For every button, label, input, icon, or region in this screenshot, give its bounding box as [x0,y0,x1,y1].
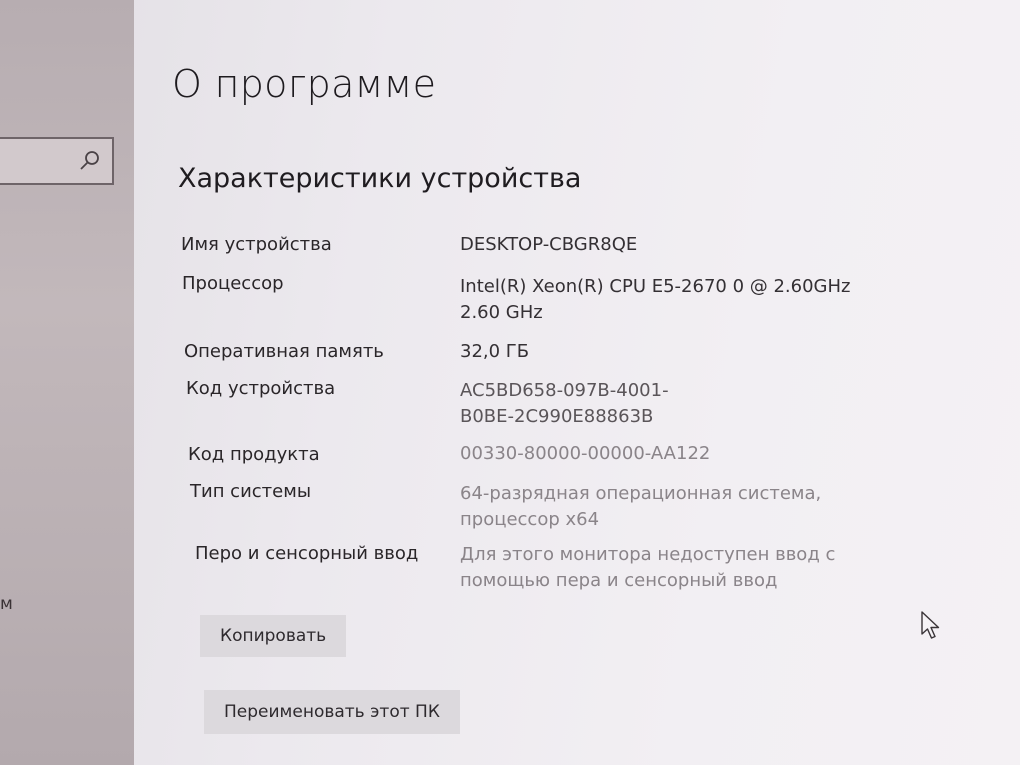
mouse-pointer-icon [921,611,940,639]
spec-value-device-id: AC5BD658-097B-4001- B0BE-2C990E88863B [460,380,669,427]
nav-item-fragment[interactable]: м [0,594,13,614]
search-icon [80,151,99,170]
spec-label-device-id: Код устройства [186,378,336,399]
spec-label-device-name: Имя устройства [181,234,332,255]
rename-pc-button[interactable]: Переименовать этот ПК [204,690,460,734]
spec-label-product-id: Код продукта [188,444,320,465]
spec-value-device-name: DESKTOP-CBGR8QE [460,234,638,255]
spec-value-product-id: 00330-80000-00000-AA122 [460,443,711,464]
section-title: Характеристики устройства [178,163,582,194]
spec-value-pen-touch: Для этого монитора недоступен ввод с пом… [460,544,836,591]
settings-window: м О программе Характеристики устройства … [0,0,1020,765]
navigation-pane: м [0,0,134,765]
spec-label-system-type: Тип системы [190,481,312,502]
spec-label-pen-touch: Перо и сенсорный ввод [195,543,419,564]
spec-value-system-type: 64-разрядная операционная система, проце… [460,483,822,530]
page-title: О программе [172,62,437,106]
copy-button[interactable]: Копировать [200,615,347,657]
search-input[interactable] [0,137,114,185]
spec-value-processor: Intel(R) Xeon(R) CPU E5-2670 0 @ 2.60GHz… [460,276,851,323]
spec-label-processor: Процессор [182,273,284,294]
spec-value-ram: 32,0 ГБ [460,341,530,362]
spec-label-ram: Оперативная память [184,341,384,362]
